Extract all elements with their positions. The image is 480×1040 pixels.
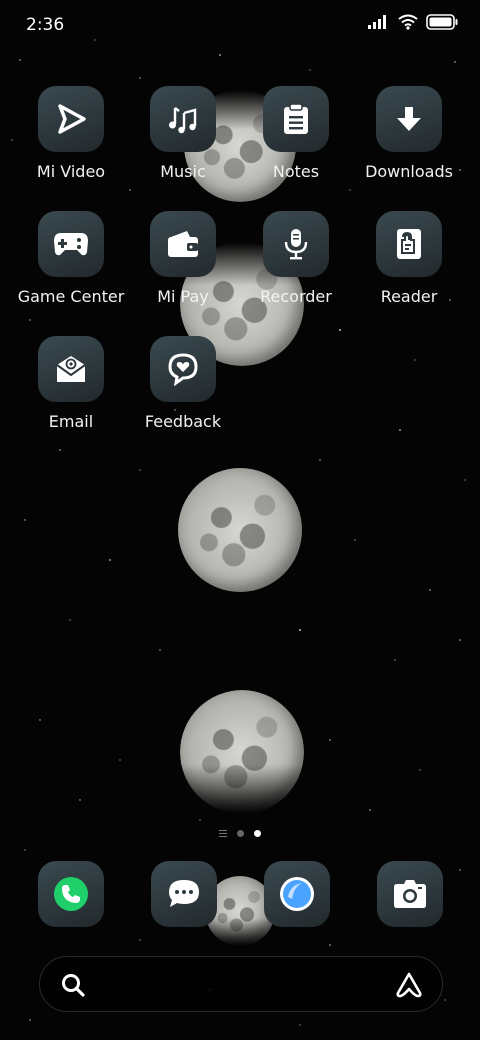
app-label: Downloads (365, 162, 453, 181)
phone-icon (54, 877, 88, 911)
app-music[interactable]: Music (128, 86, 238, 181)
page-dot[interactable] (237, 830, 244, 837)
wifi-icon (398, 14, 418, 30)
moon-image (178, 468, 302, 592)
gamepad-icon (54, 233, 88, 256)
music-note-icon (169, 107, 197, 134)
wallet-icon (168, 231, 198, 257)
app-mi-video[interactable]: Mi Video (16, 86, 126, 181)
app-feedback[interactable]: Feedback (128, 336, 238, 431)
app-label: Music (160, 162, 206, 181)
page-indicator (0, 830, 480, 837)
status-time: 2:36 (26, 15, 65, 35)
chat-bubble-icon (169, 880, 199, 907)
app-email[interactable]: Email (16, 336, 126, 431)
app-label: Reader (380, 287, 438, 306)
signal-icon (368, 15, 386, 29)
search-bar[interactable] (39, 956, 443, 1012)
status-bar: 2:36 (0, 0, 480, 52)
app-label: Email (48, 412, 94, 431)
app-reader[interactable]: Reader (354, 211, 464, 306)
app-icon-tile[interactable] (376, 211, 442, 277)
app-label: Mi Pay (157, 287, 209, 306)
app-mi-pay[interactable]: Mi Pay (128, 211, 238, 306)
book-icon (397, 229, 421, 259)
dock-messages[interactable] (151, 861, 217, 927)
microphone-icon (284, 229, 308, 260)
app-recorder[interactable]: Recorder (241, 211, 351, 306)
app-game-center[interactable]: Game Center (16, 211, 126, 306)
dock-camera[interactable] (377, 861, 443, 927)
app-label: Recorder (260, 287, 332, 306)
app-downloads[interactable]: Downloads (354, 86, 464, 181)
app-icon-tile[interactable] (38, 336, 104, 402)
page-dot-active[interactable] (254, 830, 261, 837)
email-icon (56, 356, 86, 382)
play-icon (58, 104, 86, 134)
app-icon-tile[interactable] (38, 211, 104, 277)
battery-icon (426, 14, 458, 30)
dock-browser[interactable] (264, 861, 330, 927)
app-label: Feedback (144, 412, 222, 431)
dock-phone[interactable] (38, 861, 104, 927)
app-icon-tile[interactable] (263, 211, 329, 277)
app-icon-tile[interactable] (263, 86, 329, 152)
moon-image (180, 690, 304, 814)
download-arrow-icon (397, 107, 421, 131)
app-label: Game Center (17, 287, 125, 306)
feedback-heart-icon (168, 353, 198, 386)
search-icon[interactable] (60, 972, 86, 998)
app-drawer-indicator[interactable] (219, 830, 227, 837)
app-icon-tile[interactable] (376, 86, 442, 152)
app-label: Mi Video (36, 162, 106, 181)
app-icon-tile[interactable] (150, 86, 216, 152)
app-label: Notes (272, 162, 320, 181)
assistant-icon[interactable] (394, 971, 424, 999)
app-icon-tile[interactable] (150, 211, 216, 277)
app-notes[interactable]: Notes (241, 86, 351, 181)
clipboard-icon (284, 103, 308, 134)
browser-icon (280, 877, 314, 911)
camera-icon (394, 880, 426, 908)
app-icon-tile[interactable] (150, 336, 216, 402)
app-icon-tile[interactable] (38, 86, 104, 152)
